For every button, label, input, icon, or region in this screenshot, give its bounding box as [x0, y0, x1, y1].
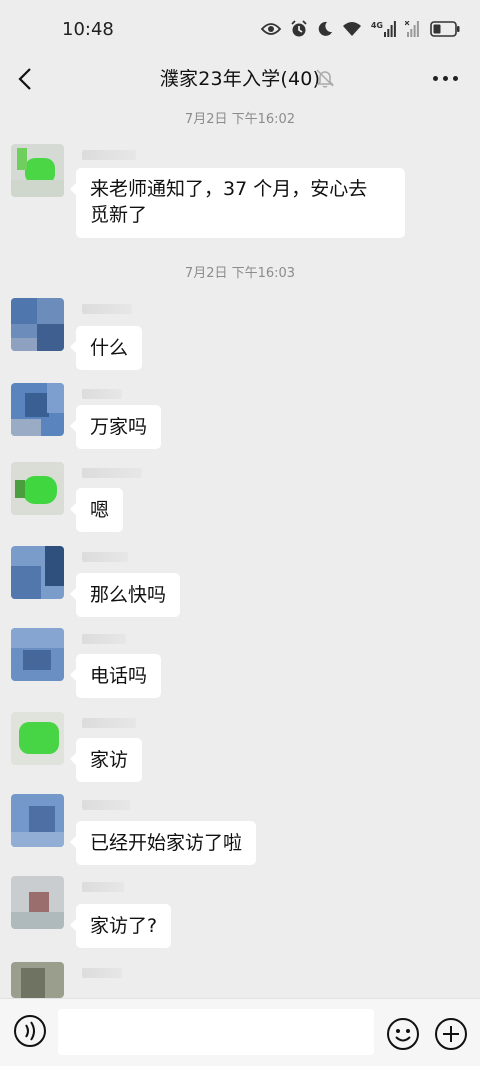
- status-icons: 4G: [260, 20, 460, 38]
- timestamp: 7月2日 下午16:03: [184, 266, 296, 281]
- sender-name: [82, 150, 136, 160]
- more-button[interactable]: [433, 70, 458, 86]
- avatar[interactable]: [11, 876, 64, 929]
- message-bubble[interactable]: 什么: [69, 326, 143, 370]
- voice-icon: [14, 1015, 46, 1047]
- more-functions-button[interactable]: [434, 1017, 468, 1055]
- sender-name: [82, 552, 128, 562]
- avatar[interactable]: [11, 298, 64, 351]
- status-time: 10:48: [62, 18, 114, 40]
- input-bar: [0, 998, 480, 1066]
- signal-icon: [384, 21, 396, 37]
- sender-name: [82, 304, 132, 314]
- emoji-button[interactable]: [386, 1017, 420, 1055]
- message-text: 什么: [90, 337, 129, 359]
- network-type-badge: 4G: [371, 21, 396, 37]
- message-text: 那么快吗: [90, 584, 167, 606]
- message-text: 电话吗: [90, 665, 148, 687]
- message-bubble[interactable]: 家访: [69, 738, 143, 782]
- avatar[interactable]: [11, 546, 64, 599]
- sender-name: [82, 882, 124, 892]
- more-icon: [433, 75, 438, 81]
- message-text: 已经开始家访了啦: [90, 832, 243, 854]
- alarm-icon: [291, 20, 307, 37]
- avatar[interactable]: [11, 144, 64, 197]
- mute-bell-icon: [316, 69, 334, 88]
- sender-name: [82, 968, 122, 978]
- avatar[interactable]: [11, 462, 64, 515]
- voice-button[interactable]: [12, 1013, 48, 1053]
- avatar[interactable]: [11, 962, 64, 998]
- message-bubble[interactable]: 嗯: [69, 488, 124, 532]
- timestamp: 7月2日 下午16:02: [184, 112, 296, 127]
- status-bar: 10:48 4G: [0, 0, 480, 58]
- avatar[interactable]: [11, 628, 64, 681]
- plus-icon: [435, 1018, 467, 1050]
- message-input[interactable]: [58, 1009, 374, 1055]
- sender-name: [82, 634, 126, 644]
- message-text: 来老师通知了，37 个月，安心去: [90, 178, 368, 200]
- message-bubble[interactable]: 电话吗: [69, 654, 162, 698]
- message-bubble[interactable]: 家访了?: [69, 904, 172, 948]
- sender-name: [82, 389, 122, 399]
- chat-title: 濮家23年入学(40): [159, 68, 321, 90]
- message-text: 万家吗: [90, 416, 148, 438]
- avatar[interactable]: [11, 383, 64, 436]
- battery-icon: [430, 21, 460, 37]
- signal-x-icon: [405, 21, 419, 37]
- title-bar: 濮家23年入学(40): [0, 58, 480, 100]
- moon-icon: [318, 21, 332, 36]
- message-bubble[interactable]: 万家吗: [69, 405, 162, 449]
- eye-icon: [260, 23, 281, 35]
- message-text: 嗯: [90, 499, 110, 521]
- avatar[interactable]: [11, 712, 64, 765]
- emoji-icon: [387, 1018, 419, 1050]
- message-text: 觅新了: [90, 204, 148, 226]
- sender-name: [82, 800, 130, 810]
- wifi-icon: [342, 22, 361, 36]
- message-bubble[interactable]: 来老师通知了，37 个月，安心去 觅新了: [70, 168, 405, 238]
- message-text: 家访: [90, 749, 129, 771]
- message-bubble[interactable]: 已经开始家访了啦: [69, 821, 257, 865]
- message-bubble[interactable]: 那么快吗: [69, 573, 181, 617]
- avatar[interactable]: [11, 794, 64, 847]
- message-text: 家访了?: [90, 915, 158, 937]
- sender-name: [82, 718, 136, 728]
- sender-name: [82, 468, 142, 478]
